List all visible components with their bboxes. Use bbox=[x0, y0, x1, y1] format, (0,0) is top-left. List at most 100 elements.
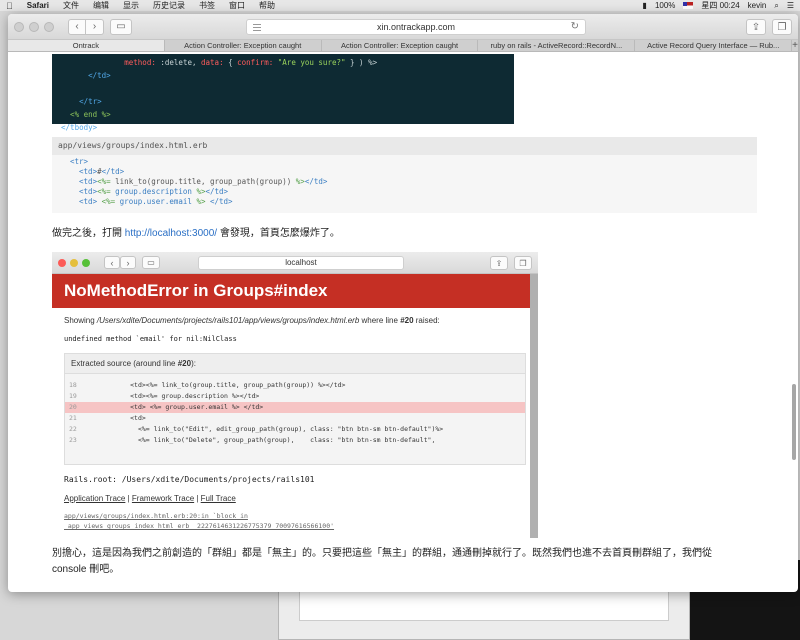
localhost-link[interactable]: http://localhost:3000/ bbox=[125, 228, 217, 239]
line-number: 22 bbox=[69, 425, 77, 433]
menu-window[interactable]: 窗口 bbox=[229, 0, 245, 11]
tab-query-interface[interactable]: Active Record Query Interface — Rub... bbox=[635, 40, 793, 51]
code-line: </tr> bbox=[52, 97, 102, 106]
menu-bar:  Safari 文件 编辑 显示 历史记录 书签 窗口 帮助 ▮ 100% 星… bbox=[0, 0, 800, 11]
screenshot-edge bbox=[530, 274, 538, 538]
screenshot-share-icon: ⇪ bbox=[490, 256, 508, 270]
rails-root: Rails.root: /Users/xdite/Documents/proje… bbox=[64, 475, 315, 484]
sidebar-icon: ▭ bbox=[116, 21, 126, 32]
show-tabs-button[interactable]: ❐ bbox=[772, 19, 792, 35]
menu-app-name[interactable]: Safari bbox=[27, 1, 49, 10]
trace-links: Application Trace | Framework Trace | Fu… bbox=[64, 494, 236, 503]
input-source-flag-icon[interactable] bbox=[683, 2, 694, 9]
reader-icon[interactable] bbox=[253, 24, 261, 31]
share-button[interactable]: ⇪ bbox=[746, 19, 766, 35]
code-file-header: app/views/groups/index.html.erb bbox=[52, 137, 757, 155]
code-line: </tbody> bbox=[52, 123, 98, 132]
chevron-right-icon: › bbox=[92, 21, 97, 32]
safari-window: ‹ › ▭ xin.ontrackapp.com ↻ ⇪ ❐ Ontrack A… bbox=[8, 14, 798, 592]
paragraph-open-localhost: 做完之後，打開 http://localhost:3000/ 會發現，首頁怎麼爆… bbox=[52, 228, 340, 239]
source-code: <td> <%= group.user.email %> </td> bbox=[91, 403, 264, 411]
menu-history[interactable]: 历史记录 bbox=[153, 0, 185, 11]
source-line: 22 <%= link_to("Edit", edit_group_path(g… bbox=[65, 424, 525, 435]
menu-view[interactable]: 显示 bbox=[123, 0, 139, 11]
screenshot-zoom-light bbox=[82, 258, 90, 267]
reload-icon[interactable]: ↻ bbox=[571, 21, 579, 32]
back-button[interactable]: ‹ bbox=[68, 18, 86, 35]
code-line: <td><%= link_to(group.title, group_path(… bbox=[70, 177, 328, 186]
screenshot-back-icon: ‹ bbox=[104, 256, 120, 269]
forward-button[interactable]: › bbox=[86, 18, 104, 35]
tab-ontrack[interactable]: Ontrack bbox=[8, 40, 165, 51]
page-content: method: :delete, data: { confirm: "Are y… bbox=[8, 54, 798, 592]
source-code: <%= link_to("Delete", group_path(group),… bbox=[91, 436, 436, 444]
line-number: 20 bbox=[69, 403, 77, 411]
line-number: 18 bbox=[69, 381, 77, 389]
line-number: 21 bbox=[69, 414, 77, 422]
notification-center-icon[interactable]: ☰ bbox=[787, 1, 794, 10]
code-line: <td><%= group.description %></td> bbox=[70, 187, 229, 196]
line-number: 19 bbox=[69, 392, 77, 400]
menu-bookmarks[interactable]: 书签 bbox=[199, 0, 215, 11]
tab-record-not-found[interactable]: ruby on rails - ActiveRecord::RecordN... bbox=[478, 40, 636, 51]
window-controls bbox=[14, 21, 54, 32]
menu-file[interactable]: 文件 bbox=[63, 0, 79, 11]
application-trace-link: Application Trace bbox=[64, 494, 126, 503]
tab-bar: Ontrack Action Controller: Exception cau… bbox=[8, 40, 798, 52]
vertical-scrollbar[interactable] bbox=[792, 384, 796, 460]
sidebar-toggle-button[interactable]: ▭ bbox=[110, 18, 132, 35]
full-trace-link: Full Trace bbox=[200, 494, 236, 503]
screenshot-forward-icon: › bbox=[120, 256, 136, 269]
menu-help[interactable]: 帮助 bbox=[259, 0, 275, 11]
screenshot-toolbar: ‹ › ▭ localhost ⇪ ❐ bbox=[52, 252, 538, 274]
error-screenshot: ‹ › ▭ localhost ⇪ ❐ NoMethodError in Gro… bbox=[52, 252, 538, 538]
screenshot-minimize-light bbox=[70, 258, 78, 267]
trace-line: app/views/groups/index.html.erb:20:in `b… bbox=[64, 512, 335, 530]
new-tab-button[interactable]: + bbox=[792, 40, 798, 51]
error-title: NoMethodError in Groups#index bbox=[52, 274, 538, 308]
spotlight-icon[interactable]: ⌕ bbox=[774, 1, 778, 11]
menu-edit[interactable]: 编辑 bbox=[93, 0, 109, 11]
battery-icon[interactable]: ▮ bbox=[643, 1, 647, 10]
error-message: undefined method `email' for nil:NilClas… bbox=[64, 335, 237, 343]
screenshot-tabs-icon: ❐ bbox=[514, 256, 532, 270]
paragraph-explanation: 別擔心，這是因為我們之前創造的「群組」都是「無主」的。只要把這些「無主」的群組，… bbox=[52, 548, 712, 575]
dark-code-block: method: :delete, data: { confirm: "Are y… bbox=[52, 54, 514, 132]
extracted-source-header: Extracted source (around line #20): bbox=[65, 354, 525, 374]
source-code: <%= link_to("Edit", edit_group_path(grou… bbox=[91, 425, 444, 433]
framework-trace-link: Framework Trace bbox=[131, 494, 195, 503]
source-line: 23 <%= link_to("Delete", group_path(grou… bbox=[65, 435, 525, 446]
zoom-window-button[interactable] bbox=[44, 21, 54, 32]
source-line: 21 <td> bbox=[65, 413, 525, 424]
error-showing-line: Showing /Users/xdite/Documents/projects/… bbox=[64, 316, 440, 325]
code-line: <tr> bbox=[70, 157, 89, 166]
background-window-panel bbox=[299, 591, 669, 621]
tabs-icon: ❐ bbox=[777, 21, 787, 33]
extracted-source-code: 18 <td><%= link_to(group.title, group_pa… bbox=[65, 374, 525, 464]
screenshot-close-light bbox=[58, 258, 66, 267]
line-number: 23 bbox=[69, 436, 77, 444]
apple-menu-icon[interactable]:  bbox=[6, 1, 13, 11]
source-code: <td><%= group.description %></td> bbox=[91, 392, 260, 400]
battery-percent: 100% bbox=[654, 1, 676, 10]
address-text: xin.ontrackapp.com bbox=[376, 22, 456, 32]
source-line: 19 <td><%= group.description %></td> bbox=[65, 391, 525, 402]
menu-clock[interactable]: 星四 00:24 bbox=[701, 0, 739, 11]
code-line: <% end %> bbox=[52, 110, 111, 119]
source-line: 18 <td><%= link_to(group.title, group_pa… bbox=[65, 380, 525, 391]
light-code-block: <tr> <td>#</td> <td><%= link_to(group.ti… bbox=[52, 155, 757, 213]
minimize-window-button[interactable] bbox=[29, 21, 39, 32]
browser-toolbar: ‹ › ▭ xin.ontrackapp.com ↻ ⇪ ❐ bbox=[8, 14, 798, 40]
screenshot-address: localhost bbox=[198, 256, 404, 270]
tab-exception-2[interactable]: Action Controller: Exception caught bbox=[322, 40, 479, 51]
code-line: method: :delete, data: { confirm: "Are y… bbox=[124, 58, 378, 67]
close-window-button[interactable] bbox=[14, 21, 24, 32]
screenshot-sidebar-icon: ▭ bbox=[142, 256, 160, 269]
chevron-left-icon: ‹ bbox=[75, 21, 79, 32]
tab-exception-1[interactable]: Action Controller: Exception caught bbox=[165, 40, 322, 51]
extracted-source: Extracted source (around line #20): 18 <… bbox=[64, 353, 526, 465]
address-bar[interactable]: xin.ontrackapp.com ↻ bbox=[246, 19, 586, 35]
menu-user[interactable]: kevin bbox=[748, 1, 767, 10]
share-icon: ⇪ bbox=[751, 21, 761, 33]
